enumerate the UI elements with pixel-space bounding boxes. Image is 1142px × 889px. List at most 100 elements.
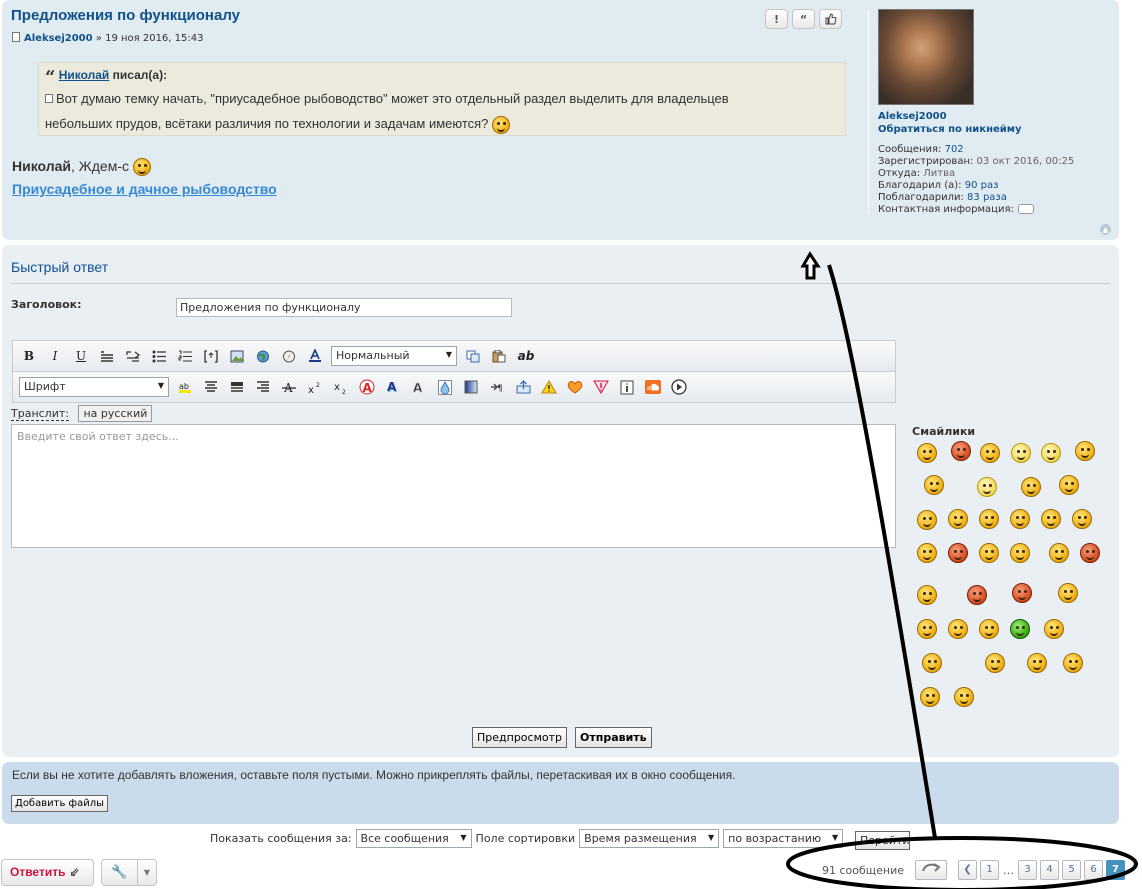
quote-button[interactable]: “ <box>792 9 815 29</box>
smiley-icon[interactable] <box>917 585 937 605</box>
translit-label[interactable]: Транслит: <box>11 407 69 421</box>
align-justify-button[interactable] <box>227 377 247 397</box>
smiley-icon[interactable] <box>924 475 944 495</box>
smiley-icon[interactable] <box>948 619 968 639</box>
smiley-icon[interactable] <box>1058 583 1078 603</box>
direction-button[interactable]: ¶ <box>487 377 507 397</box>
quote-source-icon[interactable] <box>45 94 53 103</box>
list-item-button[interactable] <box>201 346 221 366</box>
preview-button[interactable]: Предпросмотр <box>472 727 567 748</box>
font-size-button[interactable]: A <box>357 377 377 397</box>
jump-to-page-button[interactable] <box>915 860 948 880</box>
smiley-icon[interactable] <box>979 619 999 639</box>
text-shadow-button[interactable]: AA <box>383 377 403 397</box>
smiley-icon[interactable] <box>979 509 999 529</box>
smiley-icon[interactable] <box>948 543 968 563</box>
smiley-icon[interactable] <box>951 441 971 461</box>
page-link[interactable]: 6 <box>1084 860 1104 880</box>
transparency-button[interactable] <box>435 377 455 397</box>
smiley-icon[interactable] <box>922 653 942 673</box>
translit-button[interactable]: на русский <box>78 405 153 422</box>
smiley-icon[interactable] <box>1059 475 1079 495</box>
hide-button[interactable] <box>591 377 611 397</box>
align-right-button[interactable] <box>253 377 273 397</box>
smiley-icon[interactable] <box>1075 441 1095 461</box>
current-page[interactable]: 7 <box>1106 860 1126 880</box>
code-button[interactable] <box>123 346 143 366</box>
smiley-icon[interactable] <box>917 443 937 463</box>
image-button[interactable] <box>227 346 247 366</box>
smiley-icon[interactable] <box>917 543 937 563</box>
smiley-icon[interactable] <box>1041 443 1061 463</box>
copy-button[interactable] <box>463 346 483 366</box>
smiley-icon[interactable] <box>1072 509 1092 529</box>
smiley-icon[interactable] <box>1010 543 1030 563</box>
sort-select[interactable]: Время размещения <box>579 829 720 848</box>
smiley-icon[interactable] <box>967 585 987 605</box>
stat-posts-value[interactable]: 702 <box>945 144 964 155</box>
smiley-icon[interactable] <box>917 510 937 530</box>
video-button[interactable] <box>669 377 689 397</box>
warning-button[interactable] <box>539 377 559 397</box>
replace-button[interactable]: ab <box>515 346 537 366</box>
post-icon[interactable] <box>12 32 20 42</box>
contact-by-nick-link[interactable]: Обратиться по никнейму <box>878 124 1118 135</box>
info-button[interactable] <box>617 377 637 397</box>
upload-button[interactable] <box>513 377 533 397</box>
highlight-button[interactable]: ab <box>175 377 195 397</box>
smiley-icon[interactable] <box>1041 509 1061 529</box>
spoiler-button[interactable] <box>565 377 585 397</box>
quote-insert-button[interactable] <box>97 346 117 366</box>
underline-button[interactable]: U <box>71 346 91 366</box>
strikethrough-button[interactable]: A <box>279 377 299 397</box>
text-glow-button[interactable]: A <box>409 377 429 397</box>
smiley-icon[interactable] <box>985 653 1005 673</box>
go-button[interactable]: Перейти <box>855 831 910 850</box>
prev-page-button[interactable]: ❮ <box>958 860 978 880</box>
font-color-button[interactable] <box>305 346 325 366</box>
page-link[interactable]: 3 <box>1018 860 1038 880</box>
chevron-down-icon[interactable]: ▼ <box>138 868 156 877</box>
gradient-button[interactable] <box>461 377 481 397</box>
smiley-icon[interactable] <box>917 619 937 639</box>
smiley-icon[interactable] <box>920 687 940 707</box>
tools-button[interactable]: 🔧 ▼ <box>101 859 157 886</box>
bold-button[interactable]: B <box>19 346 39 366</box>
bullet-list-button[interactable] <box>149 346 169 366</box>
superscript-button[interactable]: x2 <box>305 377 325 397</box>
soundcloud-button[interactable] <box>643 377 663 397</box>
post-link[interactable]: Приусадебное и дачное рыбоводство <box>12 181 277 197</box>
like-button[interactable] <box>819 9 842 29</box>
paste-button[interactable] <box>489 346 509 366</box>
flash-button[interactable] <box>279 346 299 366</box>
report-button[interactable]: ! <box>765 9 788 29</box>
smiley-icon[interactable] <box>977 477 997 497</box>
smiley-icon[interactable] <box>980 443 1000 463</box>
smiley-icon[interactable] <box>1027 653 1047 673</box>
page-link[interactable]: 1 <box>980 860 1000 880</box>
order-select[interactable]: по возрастанию <box>723 829 844 848</box>
smiley-icon[interactable] <box>1044 619 1064 639</box>
contact-chat-icon[interactable] <box>1017 204 1034 214</box>
italic-button[interactable]: I <box>45 346 65 366</box>
stat-thanked-value[interactable]: 90 раз <box>965 180 999 191</box>
post-author[interactable]: Aleksej2000 <box>24 33 93 44</box>
profile-username[interactable]: Aleksej2000 <box>878 111 1118 122</box>
post-title[interactable]: Предложения по функционалу <box>11 7 240 24</box>
reply-button[interactable]: Ответить ⇙ <box>1 859 94 886</box>
subscript-button[interactable]: x2 <box>331 377 351 397</box>
quote-author-link[interactable]: Николай <box>59 68 110 82</box>
numbered-list-button[interactable] <box>175 346 195 366</box>
smiley-icon[interactable] <box>1049 543 1069 563</box>
smiley-icon[interactable] <box>1080 543 1100 563</box>
show-select[interactable]: Все сообщения <box>355 829 472 848</box>
stat-thanks-value[interactable]: 83 раза <box>967 192 1007 203</box>
subject-input[interactable]: Предложения по функционалу <box>176 298 512 317</box>
submit-button[interactable]: Отправить <box>575 727 652 748</box>
avatar[interactable] <box>878 9 974 105</box>
font-select[interactable]: Шрифт <box>19 377 169 397</box>
smiley-icon[interactable] <box>1011 443 1031 463</box>
smiley-icon[interactable] <box>1010 619 1030 639</box>
wrench-icon[interactable]: 🔧 <box>102 860 138 885</box>
paragraph-style-select[interactable]: Нормальный <box>331 346 457 366</box>
